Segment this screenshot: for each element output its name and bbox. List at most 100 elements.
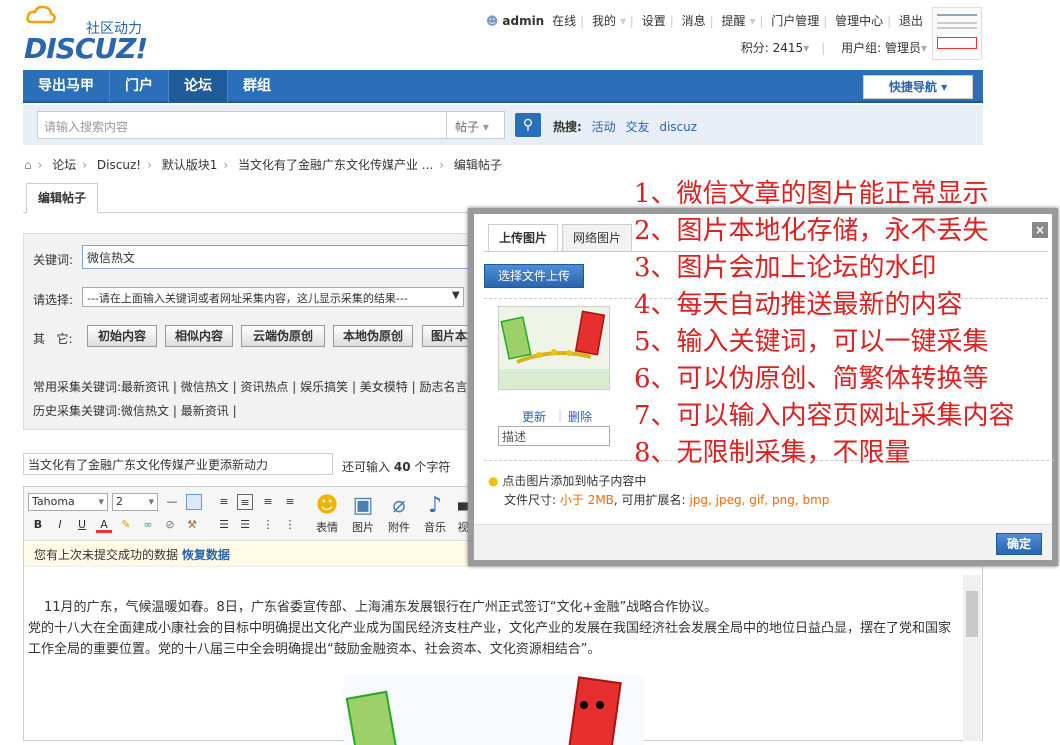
underline-icon[interactable]: U <box>74 517 90 533</box>
highlight-icon[interactable]: ✎ <box>118 517 134 533</box>
italic-icon[interactable]: I <box>52 517 68 533</box>
user-icon: ☻ <box>485 14 499 28</box>
emoji-button[interactable]: ☻ 表情 <box>312 493 342 535</box>
nav-item-forum[interactable]: 论坛 <box>169 70 228 103</box>
attachment-button[interactable]: ⌀ 附件 <box>384 493 414 535</box>
editor-scrollbar[interactable] <box>963 575 981 741</box>
tab-edit-post[interactable]: 编辑帖子 <box>26 183 98 213</box>
link-settings[interactable]: 设置 <box>638 14 670 28</box>
breadcrumb-discuz[interactable]: Discuz! <box>97 158 141 172</box>
home-icon[interactable]: ⌂ <box>24 158 32 172</box>
common-keyword[interactable]: 微信热文 <box>181 380 229 394</box>
common-keyword[interactable]: 美女模特 <box>360 380 408 394</box>
link-logout[interactable]: 退出 <box>895 14 927 28</box>
local-rewrite-button[interactable]: 本地伪原创 <box>333 325 413 347</box>
link-admin-center[interactable]: 管理中心 <box>831 14 887 28</box>
user-stats: 积分: 2415▾ | 用户组: 管理员▾ <box>740 41 927 55</box>
history-keyword[interactable]: 最新资讯 <box>181 404 229 418</box>
common-keyword[interactable]: 资讯热点 <box>240 380 288 394</box>
file-size-label: 文件尺寸: <box>504 493 557 507</box>
cloud-rewrite-button[interactable]: 云端伪原创 <box>241 325 325 347</box>
caret-down-icon: ▾ <box>941 80 948 94</box>
common-keyword[interactable]: 励志名言 <box>419 380 467 394</box>
emoji-label: 表情 <box>316 521 338 534</box>
font-size-select[interactable]: 2 ▾ <box>112 493 158 511</box>
table-icon[interactable] <box>186 494 202 510</box>
remain-count: 40 <box>393 460 411 474</box>
paragraph-icon[interactable]: ☰ <box>216 517 232 533</box>
hot-term-activity[interactable]: 活动 <box>592 120 616 134</box>
description-input[interactable]: 描述 <box>498 426 610 446</box>
history-keywords-label: 历史采集关键词: <box>33 404 122 418</box>
keyword-input[interactable]: 微信热文 <box>82 245 470 269</box>
close-icon[interactable]: × <box>1032 222 1048 238</box>
hot-term-discuz[interactable]: discuz <box>659 120 697 134</box>
quick-nav-label: 快捷导航 <box>888 80 937 94</box>
restore-data-link[interactable]: 恢复数据 <box>182 548 230 562</box>
scrollbar-thumb[interactable] <box>966 591 978 637</box>
chevron-down-icon: ▾ | <box>749 14 764 28</box>
uploaded-image-thumb[interactable] <box>498 306 610 390</box>
file-size-limit: 小于 2MB <box>559 493 614 507</box>
link-my[interactable]: 我的 <box>588 14 620 28</box>
link-messages[interactable]: 消息 <box>678 14 710 28</box>
user-group[interactable]: 用户组: 管理员 <box>841 41 921 55</box>
breadcrumb-thread[interactable]: 当文化有了金融广东文化传媒产业 ... <box>238 158 433 172</box>
nav-item-portal[interactable]: 门户 <box>110 70 169 103</box>
nav-item-export[interactable]: 导出马甲 <box>23 70 110 103</box>
music-button[interactable]: ♪ 音乐 <box>420 493 450 535</box>
points[interactable]: 积分: 2415 <box>741 41 803 55</box>
font-family-select[interactable]: Tahoma ▾ <box>28 493 108 511</box>
unordered-list-icon[interactable]: ⋮ <box>282 517 298 533</box>
choose-file-button[interactable]: 选择文件上传 <box>484 264 584 288</box>
quick-nav-button[interactable]: 快捷导航 ▾ <box>863 75 973 99</box>
align-justify-icon[interactable]: ≡ <box>260 494 276 510</box>
hot-term-friends[interactable]: 交友 <box>625 120 649 134</box>
search-type-select[interactable]: 帖子 ▾ <box>447 111 505 139</box>
ordered-list-icon[interactable]: ⋮ <box>260 517 276 533</box>
title-char-remaining: 还可输入 40 个字符 <box>342 458 450 475</box>
confirm-button[interactable]: 确定 <box>996 533 1042 555</box>
horizontal-rule-icon[interactable]: — <box>164 494 180 510</box>
content-image <box>344 655 644 745</box>
history-keyword[interactable]: 微信热文 <box>121 404 169 418</box>
font-color-icon[interactable]: A <box>96 517 112 533</box>
collect-result-select[interactable]: ---请在上面输入关键词或者网址采集内容，这儿显示采集的结果--- <box>82 287 464 307</box>
font-family-value: Tahoma <box>32 495 75 508</box>
link-portal-admin[interactable]: 门户管理 <box>767 14 823 28</box>
link-icon[interactable]: ∞ <box>140 517 156 533</box>
common-keyword[interactable]: 最新资讯 <box>121 380 169 394</box>
align-left-icon[interactable]: ≡ <box>216 494 232 510</box>
separator: | <box>558 408 563 422</box>
post-title-input[interactable]: 当文化有了金融广东文化传媒产业更添新动力 <box>23 453 333 475</box>
similar-content-button[interactable]: 相似内容 <box>165 325 233 347</box>
delete-link[interactable]: 删除 <box>568 408 592 425</box>
bold-icon[interactable]: B <box>30 517 46 533</box>
format-brush-icon[interactable]: ⚒ <box>184 517 200 533</box>
avatar[interactable] <box>932 7 982 60</box>
link-reminders[interactable]: 提醒 <box>717 14 749 28</box>
initial-content-button[interactable]: 初始内容 <box>87 325 157 347</box>
indent-icon[interactable]: ☰ <box>237 517 253 533</box>
common-keyword[interactable]: 娱乐搞笑 <box>300 380 348 394</box>
image-button[interactable]: ▣ 图片 <box>348 493 378 535</box>
tab-upload-image[interactable]: 上传图片 <box>488 224 558 252</box>
tab-web-image[interactable]: 网络图片 <box>562 224 632 252</box>
align-right-icon[interactable]: ≡ <box>282 494 298 510</box>
search-input[interactable]: 请输入搜索内容 <box>37 111 447 139</box>
update-link[interactable]: 更新 <box>522 408 546 425</box>
search-button[interactable]: ⚲ <box>515 113 541 137</box>
editor-content[interactable]: 11月的广东，气候温暖如春。8日，广东省委宣传部、上海浦东发展银行在广州正式签订… <box>28 597 958 660</box>
upload-tip-text: 点击图片添加到帖子内容中 <box>502 474 647 488</box>
unlink-icon[interactable]: ⊘ <box>162 517 178 533</box>
breadcrumb-forum[interactable]: 论坛 <box>52 158 76 172</box>
breadcrumb-board[interactable]: 默认版块1 <box>162 158 218 172</box>
user-toolbar: ☻ admin 在线 | 我的 ▾ | 设置 | 消息 | 提醒 ▾ | 门户管理 | 管理中… <box>482 12 927 29</box>
main-nav: 导出马甲 门户 论坛 群组 快捷导航 ▾ <box>23 70 983 103</box>
logo-cloud-icon <box>26 5 56 24</box>
username[interactable]: admin <box>502 14 544 28</box>
align-center-icon[interactable]: ≡ <box>237 494 253 510</box>
logo[interactable]: DISCUZ! <box>24 32 148 65</box>
nav-item-groups[interactable]: 群组 <box>228 70 286 103</box>
feature-item: 4、每天自动推送最新的内容 <box>634 290 963 320</box>
